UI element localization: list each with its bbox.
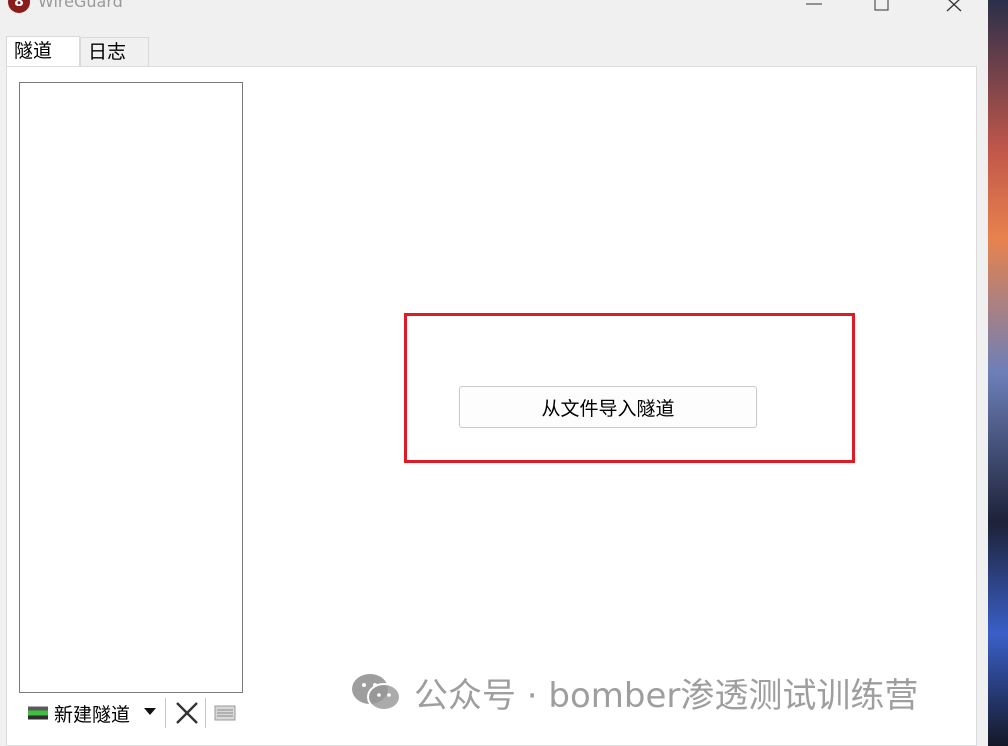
desktop-background <box>988 0 1008 746</box>
tab-log[interactable]: 日志 <box>80 37 149 67</box>
minimize-button[interactable] <box>794 0 834 14</box>
watermark: 公众号 · bomber渗透测试训练营 <box>350 668 918 716</box>
export-tunnels-button[interactable] <box>212 700 238 726</box>
watermark-text: 公众号 · bomber渗透测试训练营 <box>414 675 919 716</box>
close-button[interactable] <box>934 0 974 14</box>
delete-icon <box>176 702 198 724</box>
close-icon <box>946 0 962 12</box>
tunnel-icon <box>28 706 48 720</box>
delete-tunnel-button[interactable] <box>171 697 203 729</box>
wireguard-logo-icon: 8 <box>8 0 30 13</box>
maximize-icon <box>874 0 889 11</box>
toolbar-separator <box>165 698 166 728</box>
window-title: WireGuard <box>38 0 123 11</box>
import-tunnel-from-file-button[interactable]: 从文件导入隧道 <box>459 386 757 428</box>
maximize-button[interactable] <box>862 0 902 14</box>
tunnel-list[interactable] <box>19 82 243 693</box>
export-icon <box>214 705 236 721</box>
wireguard-window: 8 WireGuard 隧道 日志 新建隧道 从文件导入隧道 公众号 · bom… <box>0 0 988 746</box>
wechat-icon <box>352 674 401 711</box>
dropdown-arrow-icon[interactable] <box>144 708 156 716</box>
title-bar: 8 WireGuard <box>0 0 988 14</box>
toolbar-separator <box>205 698 206 728</box>
tab-tunnels[interactable]: 隧道 <box>6 36 80 67</box>
tunnel-toolbar: 新建隧道 <box>22 696 252 730</box>
new-tunnel-button[interactable]: 新建隧道 <box>22 696 162 730</box>
new-tunnel-label: 新建隧道 <box>54 703 131 726</box>
minimize-icon <box>806 3 822 5</box>
